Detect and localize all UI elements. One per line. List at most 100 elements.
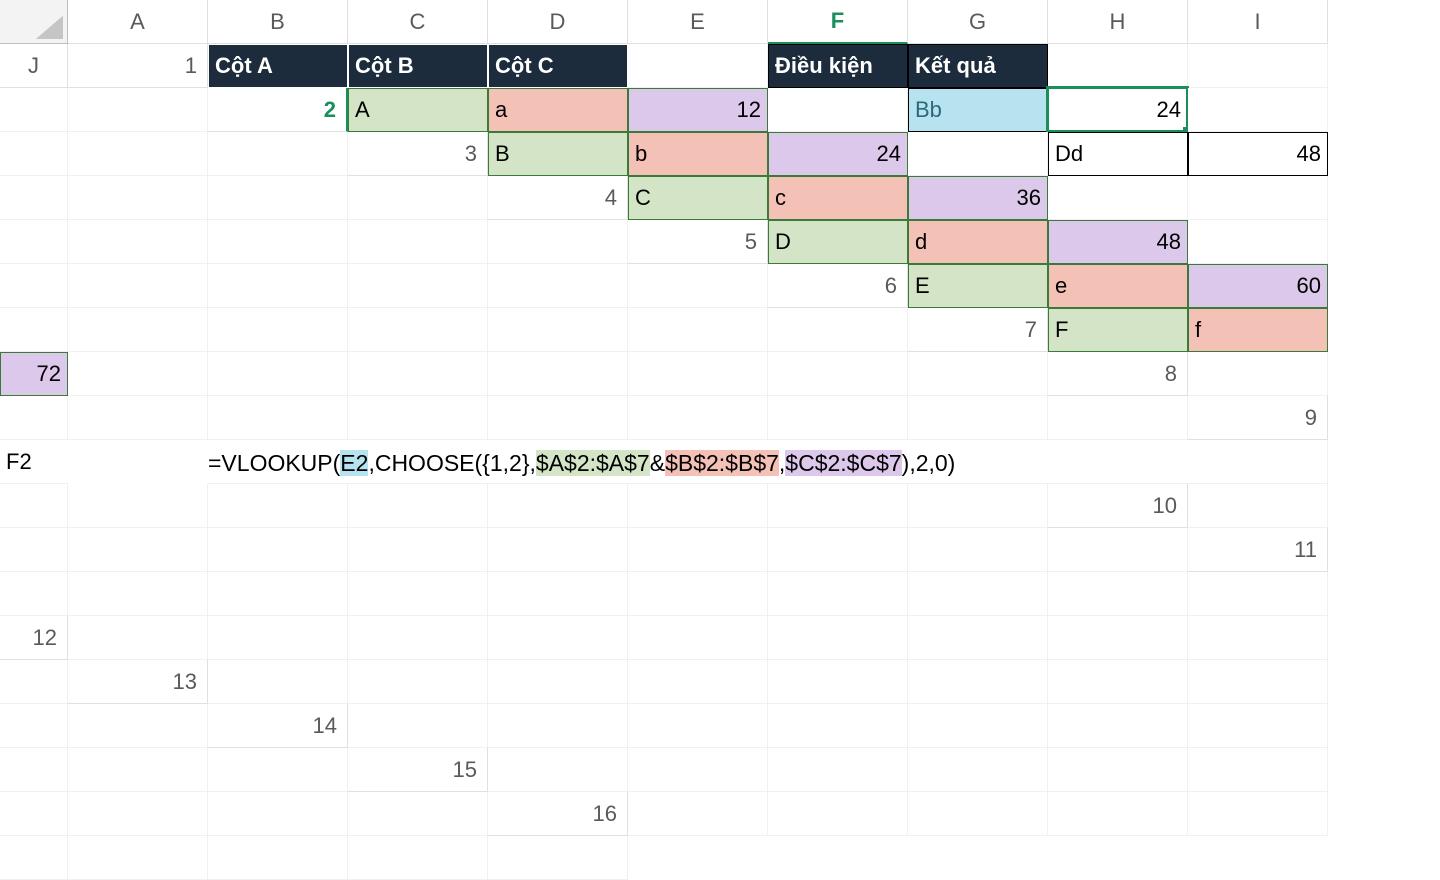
- cell-J11[interactable]: [1188, 572, 1328, 616]
- cell-E6[interactable]: [68, 308, 208, 352]
- cell-H7[interactable]: [628, 352, 768, 396]
- cell-D7[interactable]: [68, 352, 208, 396]
- cell-H13[interactable]: [1188, 660, 1328, 704]
- cell-E7[interactable]: [208, 352, 348, 396]
- cell-J2[interactable]: [208, 132, 348, 176]
- cell-J8[interactable]: [1048, 396, 1188, 440]
- cell-J13[interactable]: [68, 704, 208, 748]
- cell-I12[interactable]: [1188, 616, 1328, 660]
- cell-H8[interactable]: [768, 396, 908, 440]
- cell-D5[interactable]: [1188, 220, 1328, 264]
- cell-H4[interactable]: [208, 220, 348, 264]
- cell-G1[interactable]: [1048, 44, 1188, 88]
- cell-A16[interactable]: [628, 792, 768, 836]
- cell-E13[interactable]: [768, 660, 908, 704]
- cell-D13[interactable]: [628, 660, 768, 704]
- cell-F9[interactable]: [348, 484, 488, 528]
- cell-C9[interactable]: [0, 484, 68, 528]
- cell-E1[interactable]: Điều kiện: [768, 44, 908, 88]
- cell-C2[interactable]: 12: [628, 88, 768, 132]
- cell-C13[interactable]: [488, 660, 628, 704]
- cell-G10[interactable]: [628, 528, 768, 572]
- row-header-15[interactable]: 15: [348, 748, 488, 792]
- cell-H5[interactable]: [348, 264, 488, 308]
- col-header-I[interactable]: I: [1188, 0, 1328, 44]
- cell-J1[interactable]: [68, 88, 208, 132]
- col-header-J[interactable]: J: [0, 44, 68, 88]
- cell-F15[interactable]: [1188, 748, 1328, 792]
- cell-D16[interactable]: [1048, 792, 1188, 836]
- cell-E15[interactable]: [1048, 748, 1188, 792]
- cell-F5[interactable]: [68, 264, 208, 308]
- cell-C7[interactable]: 72: [0, 352, 68, 396]
- col-header-B[interactable]: B: [208, 0, 348, 44]
- cell-I8[interactable]: [908, 396, 1048, 440]
- cell-A15[interactable]: [488, 748, 628, 792]
- cell-J16[interactable]: [488, 836, 628, 880]
- cell-J4[interactable]: [488, 220, 628, 264]
- cell-J14[interactable]: [208, 748, 348, 792]
- cell-A1[interactable]: Cột A: [208, 44, 348, 88]
- cell-A13[interactable]: [208, 660, 348, 704]
- row-header-7[interactable]: 7: [908, 308, 1048, 352]
- cell-G6[interactable]: [348, 308, 488, 352]
- cell-J15[interactable]: [348, 792, 488, 836]
- cell-G4[interactable]: [68, 220, 208, 264]
- cell-C3[interactable]: 24: [768, 132, 908, 176]
- cell-C5[interactable]: 48: [1048, 220, 1188, 264]
- cell-I4[interactable]: [348, 220, 488, 264]
- row-header-5[interactable]: 5: [628, 220, 768, 264]
- cell-J7[interactable]: [908, 352, 1048, 396]
- cell-H11[interactable]: [908, 572, 1048, 616]
- row-header-16[interactable]: 16: [488, 792, 628, 836]
- cell-F12[interactable]: [768, 616, 908, 660]
- cell-B1[interactable]: Cột B: [348, 44, 488, 88]
- cell-F4[interactable]: [0, 220, 68, 264]
- row-header-12[interactable]: 12: [0, 616, 68, 660]
- cell-F3[interactable]: 48: [1188, 132, 1328, 176]
- cell-A3[interactable]: B: [488, 132, 628, 176]
- cell-B14[interactable]: [488, 704, 628, 748]
- cell-C1[interactable]: Cột C: [488, 44, 628, 88]
- cell-I11[interactable]: [1048, 572, 1188, 616]
- cell-B15[interactable]: [628, 748, 768, 792]
- cell-F7[interactable]: [348, 352, 488, 396]
- col-header-C[interactable]: C: [348, 0, 488, 44]
- cell-D8[interactable]: [208, 396, 348, 440]
- cell-B10[interactable]: [0, 528, 68, 572]
- cell-F6[interactable]: [208, 308, 348, 352]
- cell-G16[interactable]: [68, 836, 208, 880]
- cell-H1[interactable]: [1188, 44, 1328, 88]
- cell-I6[interactable]: [628, 308, 768, 352]
- cell-G15[interactable]: [0, 792, 68, 836]
- row-header-6[interactable]: 6: [768, 264, 908, 308]
- col-header-G[interactable]: G: [908, 0, 1048, 44]
- cell-A14[interactable]: [348, 704, 488, 748]
- cell-E9[interactable]: [208, 484, 348, 528]
- cell-F1[interactable]: Kết quả: [908, 44, 1048, 88]
- cell-B8[interactable]: [0, 396, 68, 440]
- row-header-9[interactable]: 9: [1188, 396, 1328, 440]
- cell-G12[interactable]: [908, 616, 1048, 660]
- row-header-14[interactable]: 14: [208, 704, 348, 748]
- cell-D9[interactable]: [68, 484, 208, 528]
- row-header-13[interactable]: 13: [68, 660, 208, 704]
- row-header-1[interactable]: 1: [68, 44, 208, 88]
- cell-E11[interactable]: [488, 572, 628, 616]
- cell-A10[interactable]: [1188, 484, 1328, 528]
- cell-A7[interactable]: F: [1048, 308, 1188, 352]
- cell-F2[interactable]: 24: [1048, 88, 1188, 132]
- row-header-8[interactable]: 8: [1048, 352, 1188, 396]
- cell-E4[interactable]: [1188, 176, 1328, 220]
- cell-B3[interactable]: b: [628, 132, 768, 176]
- cell-E8[interactable]: [348, 396, 488, 440]
- cell-F11[interactable]: [628, 572, 768, 616]
- select-all-corner[interactable]: [0, 0, 68, 44]
- cell-D11[interactable]: [348, 572, 488, 616]
- cell-H6[interactable]: [488, 308, 628, 352]
- cell-B9[interactable]: =VLOOKUP(E2,CHOOSE({1,2},$A$2:$A$7&$B$2:…: [208, 440, 1328, 484]
- cell-E2[interactable]: Bb: [908, 88, 1048, 132]
- row-header-4[interactable]: 4: [488, 176, 628, 220]
- cell-A2[interactable]: A: [348, 88, 488, 132]
- cell-G5[interactable]: [208, 264, 348, 308]
